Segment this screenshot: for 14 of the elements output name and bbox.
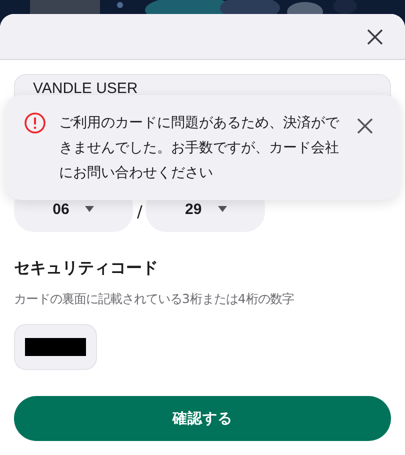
confirm-button[interactable]: 確認する: [14, 396, 391, 441]
error-message: ご利用のカードに問題があるため、決済ができませんでした。お手数ですが、カード会社にお問い合わせください: [59, 114, 340, 183]
close-button[interactable]: [357, 118, 373, 134]
separator: /: [137, 202, 142, 220]
redaction-block: [25, 338, 86, 356]
hint-text: カードの裏面に記載されている3桁または4桁の数字: [14, 291, 295, 308]
caret-icon: [85, 206, 94, 212]
close-button[interactable]: [367, 28, 383, 44]
close-icon: [367, 28, 383, 44]
section-title: セキュリティコード: [14, 258, 159, 279]
caret-icon: [218, 206, 227, 212]
security-code-field[interactable]: [14, 324, 97, 370]
error-icon: [24, 112, 46, 134]
close-icon: [357, 118, 373, 134]
